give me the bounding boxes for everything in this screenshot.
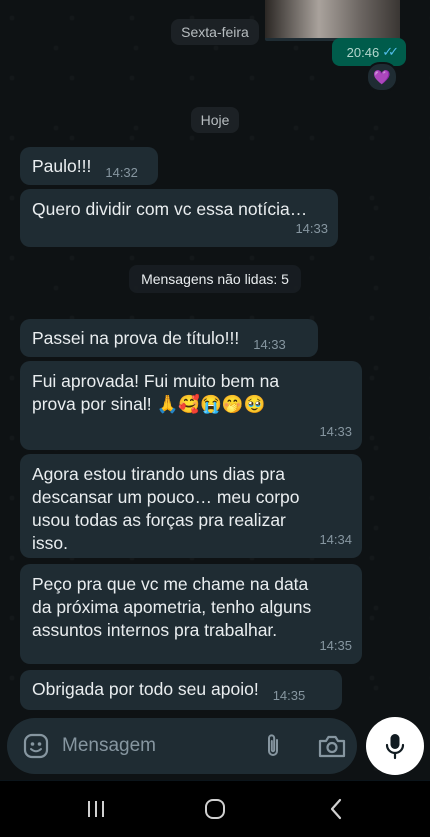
outgoing-message-status[interactable]: 20:46 ✓✓ <box>332 38 406 66</box>
message-text-line: isso. <box>32 533 68 553</box>
attach-icon[interactable] <box>260 732 286 760</box>
message-time: 14:33 <box>319 424 352 439</box>
message-text-line: usou todas as forças pra realizar <box>32 510 286 530</box>
message-input[interactable]: Mensagem <box>62 735 156 757</box>
message-text: Passei na prova de título!!! <box>32 328 240 348</box>
message-text-line: assuntos internos pra trabalhar. <box>32 620 278 640</box>
message-time: 14:33 <box>295 221 328 236</box>
system-navigation-bar <box>0 781 430 837</box>
date-separator-label: Hoje <box>190 107 240 133</box>
message-bubble[interactable]: Peço pra que vc me chame na data da próx… <box>20 564 362 664</box>
mic-icon <box>385 734 405 760</box>
message-time: 14:35 <box>319 638 352 653</box>
message-text-line: Fui aprovada! Fui muito bem na <box>32 371 280 391</box>
message-bubble[interactable]: Paulo!!! 14:32 <box>20 147 158 185</box>
message-bubble[interactable]: Quero dividir com vc essa notícia… 14:33 <box>20 189 338 247</box>
date-separator-label: Sexta-feira <box>171 19 259 45</box>
unread-messages-label: Mensagens não lidas: 5 <box>129 265 301 293</box>
message-text-line: descansar um pouco… meu corpo <box>32 487 300 507</box>
date-separator-today: Hoje <box>0 107 430 133</box>
message-bubble[interactable]: Agora estou tirando uns dias pra descans… <box>20 454 362 558</box>
voice-message-button[interactable] <box>366 717 424 775</box>
message-text-line: da próxima apometria, tenho alguns <box>32 597 312 617</box>
message-time: 14:34 <box>319 532 352 547</box>
read-ticks-icon: ✓✓ <box>382 44 399 59</box>
message-text: Obrigada por todo seu apoio! <box>32 679 259 699</box>
reaction-heart[interactable]: 💜 <box>366 62 398 92</box>
message-text-line: Agora estou tirando uns dias pra <box>32 464 285 484</box>
home-icon[interactable] <box>203 797 227 821</box>
message-bubble[interactable]: Passei na prova de título!!! 14:33 <box>20 319 318 357</box>
emoji-icon[interactable] <box>22 732 50 760</box>
message-time: 14:33 <box>253 337 286 352</box>
message-bubble[interactable]: Obrigada por todo seu apoio! 14:35 <box>20 670 342 710</box>
back-icon[interactable] <box>326 797 346 821</box>
message-composer[interactable]: Mensagem <box>7 718 357 774</box>
message-time: 20:46 <box>346 44 380 60</box>
recent-apps-icon[interactable] <box>85 799 107 819</box>
message-text: Paulo!!! <box>32 156 92 176</box>
message-text-line: prova por sinal! 🙏🥰😭🤭🥹 <box>32 394 266 414</box>
message-text: Quero dividir com vc essa notícia… <box>32 199 308 219</box>
message-time: 14:32 <box>105 165 138 180</box>
message-time: 14:35 <box>272 688 306 703</box>
message-bubble[interactable]: Fui aprovada! Fui muito bem na prova por… <box>20 361 362 450</box>
camera-icon[interactable] <box>317 733 347 759</box>
unread-messages-divider: Mensagens não lidas: 5 <box>0 265 430 293</box>
message-text-line: Peço pra que vc me chame na data <box>32 574 309 594</box>
